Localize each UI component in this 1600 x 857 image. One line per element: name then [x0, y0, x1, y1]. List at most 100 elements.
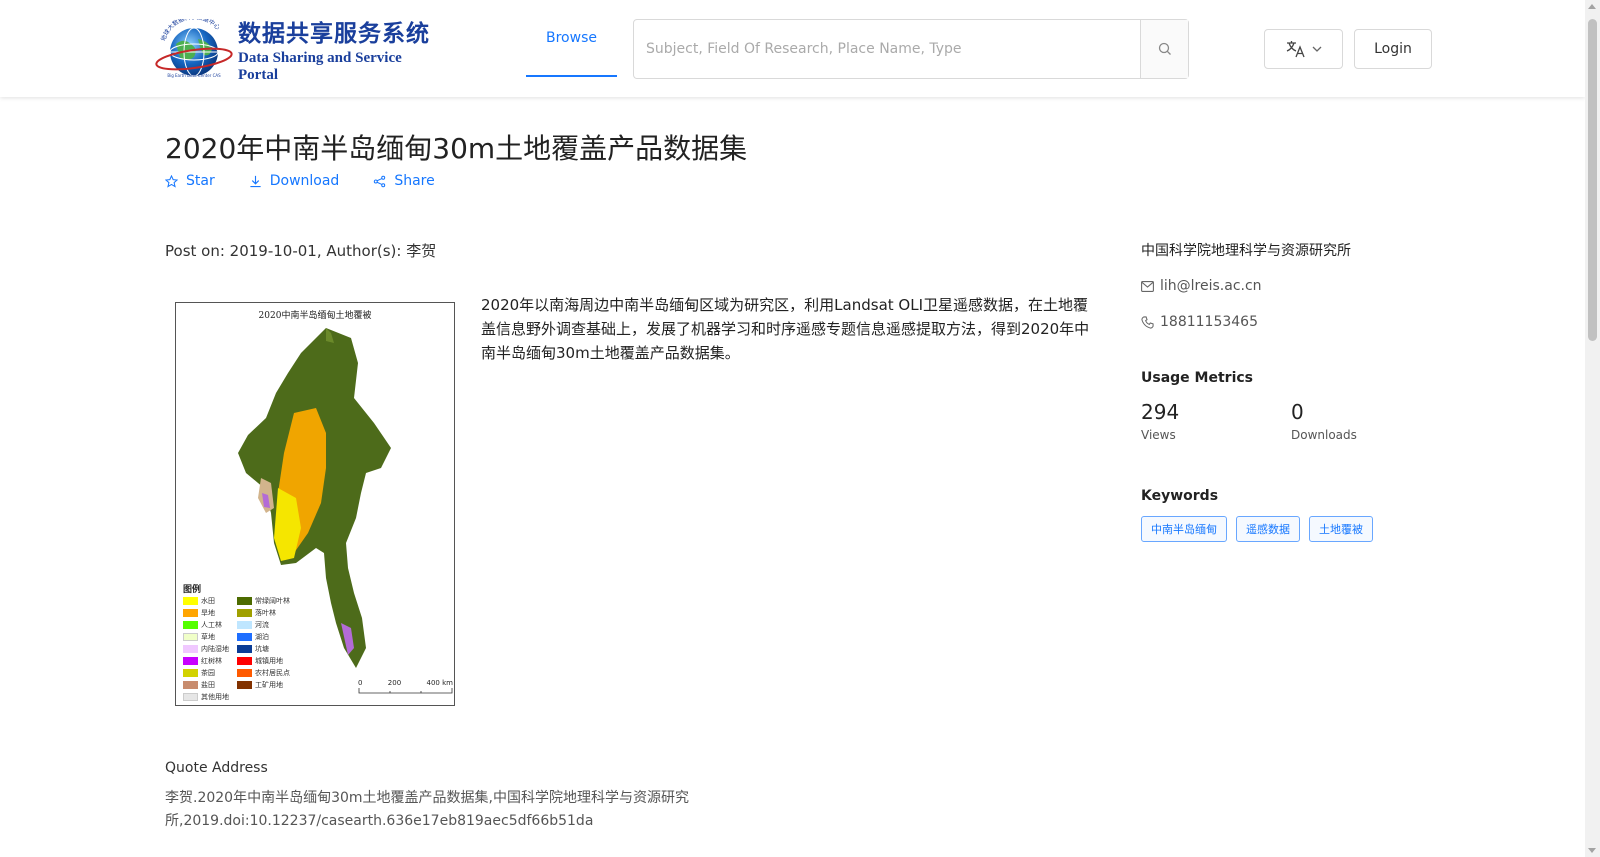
download-button[interactable]: Download: [249, 173, 340, 189]
share-label: Share: [394, 173, 435, 189]
legend-swatch: [183, 669, 198, 677]
phone-contact: 18811153465: [1141, 314, 1461, 330]
map-legend: 水田 常绿阔叶林 旱地 落叶林 人工林 河流 草地 湖泊 内陆湿地 坑塘 红树林…: [183, 596, 323, 702]
site-logo[interactable]: 地球大数据科学数据中心 Big Earth Data Center CAS 数据…: [154, 13, 439, 83]
phone-text: 18811153465: [1160, 314, 1258, 330]
legend-swatch: [237, 621, 252, 629]
organization-name: 中国科学院地理科学与资源研究所: [1141, 243, 1351, 259]
search-button[interactable]: [1140, 20, 1188, 78]
legend-label: 人工林: [201, 621, 222, 629]
legend-swatch: [237, 681, 252, 689]
dataset-thumbnail[interactable]: 2020中南半岛缅甸土地覆被 图例 水田 常绿阔叶林 旱地 落叶林 人工林 河流…: [175, 302, 455, 706]
legend-item: 旱地: [183, 608, 237, 618]
quote-address-label: Quote Address: [165, 760, 268, 776]
scroll-down-arrow-icon[interactable]: [1588, 848, 1596, 853]
legend-item: 草地: [183, 632, 237, 642]
legend-swatch: [237, 669, 252, 677]
keyword-tag[interactable]: 中南半岛缅甸: [1141, 516, 1227, 542]
keyword-tag[interactable]: 遥感数据: [1236, 516, 1300, 542]
legend-item: 坑塘: [237, 644, 317, 654]
legend-label: 红树林: [201, 657, 222, 665]
legend-swatch: [237, 633, 252, 641]
download-icon: [250, 175, 261, 187]
legend-item: 工矿用地: [237, 680, 317, 690]
search-icon: [1158, 42, 1171, 55]
mail-icon: [1141, 280, 1154, 292]
legend-label: 常绿阔叶林: [255, 597, 290, 605]
legend-item: 湖泊: [237, 632, 317, 642]
dataset-description: 2020年以南海周边中南半岛缅甸区域为研究区，利用Landsat OLI卫星遥感…: [481, 296, 1090, 362]
legend-label: 坑塘: [255, 645, 269, 653]
legend-item: 茶园: [183, 668, 237, 678]
legend-swatch: [237, 657, 252, 665]
legend-label: 旱地: [201, 609, 215, 617]
legend-label: 工矿用地: [255, 681, 283, 689]
legend-label: 内陆湿地: [201, 645, 229, 653]
legend-title: 图例: [183, 585, 202, 595]
legend-swatch: [183, 693, 198, 701]
language-switcher[interactable]: [1264, 29, 1343, 69]
legend-label: 茶园: [201, 669, 215, 677]
scale-label: 0: [358, 679, 363, 687]
legend-item: 河流: [237, 620, 317, 630]
legend-swatch: [237, 597, 252, 605]
star-label: Star: [186, 173, 215, 189]
page-title: 2020年中南半岛缅甸30m土地覆盖产品数据集: [165, 132, 748, 165]
legend-item: 盐田: [183, 680, 237, 690]
keyword-tags: 中南半岛缅甸 遥感数据 土地覆被: [1141, 516, 1461, 542]
map-scale-bar: 0 200 400 km: [358, 679, 453, 697]
legend-item: 常绿阔叶林: [237, 596, 317, 606]
legend-item: 农村居民点: [237, 668, 317, 678]
share-icon: [374, 175, 386, 187]
legend-swatch: [183, 633, 198, 641]
email-contact[interactable]: lih@lreis.ac.cn: [1141, 278, 1461, 294]
legend-item: 落叶林: [237, 608, 317, 618]
downloads-value: 0: [1291, 400, 1304, 424]
views-value: 294: [1141, 400, 1180, 424]
legend-label: 水田: [201, 597, 215, 605]
legend-label: 落叶林: [255, 609, 276, 617]
legend-item: 水田: [183, 596, 237, 606]
scroll-up-arrow-icon[interactable]: [1588, 4, 1596, 9]
globe-logo-icon: 地球大数据科学数据中心 Big Earth Data Center CAS: [154, 13, 234, 79]
legend-swatch: [183, 657, 198, 665]
logo-title-en: Data Sharing and Service Portal: [238, 50, 402, 83]
search-bar: [633, 19, 1189, 79]
legend-label: 河流: [255, 621, 269, 629]
legend-item: 其他用地: [183, 692, 237, 702]
scale-label: 400: [426, 679, 440, 687]
legend-swatch: [183, 597, 198, 605]
dataset-actions: Star Download Share: [165, 173, 435, 189]
legend-label: 其他用地: [201, 693, 229, 701]
legend-swatch: [237, 609, 252, 617]
nav-browse-tab[interactable]: Browse: [526, 0, 617, 77]
post-meta: Post on: 2019-10-01, Author(s): 李贺: [165, 242, 437, 260]
legend-item: 人工林: [183, 620, 237, 630]
logo-title-cn: 数据共享服务系统: [238, 21, 430, 47]
legend-label: 湖泊: [255, 633, 269, 641]
search-input[interactable]: [634, 20, 1140, 78]
page-scrollbar[interactable]: [1585, 0, 1600, 857]
chevron-down-icon: [1312, 46, 1321, 52]
keyword-tag[interactable]: 土地覆被: [1309, 516, 1373, 542]
views-label: Views: [1141, 428, 1176, 442]
quote-address-text: 李贺.2020年中南半岛缅甸30m土地覆盖产品数据集,中国科学院地理科学与资源研…: [165, 790, 689, 829]
scrollbar-thumb[interactable]: [1588, 19, 1597, 341]
legend-label: 城镇用地: [255, 657, 283, 665]
legend-label: 盐田: [201, 681, 215, 689]
usage-metrics-title: Usage Metrics: [1141, 370, 1253, 386]
scale-label: 200: [387, 679, 402, 687]
legend-swatch: [183, 621, 198, 629]
downloads-metric: 0 Downloads: [1291, 400, 1441, 442]
legend-swatch: [183, 645, 198, 653]
star-icon: [165, 174, 178, 188]
share-button[interactable]: Share: [373, 173, 435, 189]
phone-icon: [1141, 315, 1154, 329]
email-text: lih@lreis.ac.cn: [1160, 278, 1262, 294]
legend-item: 红树林: [183, 656, 237, 666]
legend-swatch: [237, 645, 252, 653]
views-metric: 294 Views: [1141, 400, 1291, 442]
login-button[interactable]: Login: [1354, 29, 1432, 69]
download-label: Download: [269, 173, 340, 189]
star-button[interactable]: Star: [165, 173, 215, 189]
